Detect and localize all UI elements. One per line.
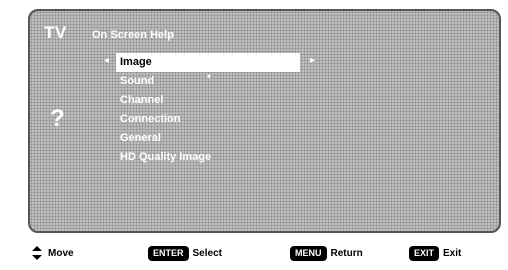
exit-key-badge: EXIT — [409, 246, 440, 261]
return-label: Return — [330, 248, 363, 259]
panel-title: On Screen Help — [92, 29, 174, 41]
menu-item-hd-quality-image[interactable]: HD Quality Image — [116, 148, 316, 167]
updown-arrows-icon — [32, 246, 42, 260]
left-arrow-icon[interactable]: ◂ — [104, 55, 109, 66]
tv-help-screen: TV On Screen Help ? ◂ ▸ ▾ Image Sound Ch… — [28, 9, 501, 233]
exit-label: Exit — [443, 248, 462, 259]
help-question-icon: ? — [50, 105, 65, 132]
footer-select: ENTER Select — [148, 246, 222, 261]
footer-move: Move — [32, 246, 74, 260]
menu-item-general[interactable]: General — [116, 129, 316, 148]
footer-exit: EXIT Exit — [409, 246, 461, 261]
move-label: Move — [48, 247, 74, 259]
menu-key-badge: MENU — [290, 246, 327, 261]
enter-key-badge: ENTER — [148, 246, 189, 261]
footer-legend: Move ENTER Select MENU Return EXIT Exit — [28, 242, 501, 266]
menu-item-channel[interactable]: Channel — [116, 91, 316, 110]
menu-item-image[interactable]: Image — [116, 53, 300, 72]
menu-item-connection[interactable]: Connection — [116, 110, 316, 129]
tv-logo: TV — [44, 23, 67, 42]
footer-return: MENU Return — [290, 246, 363, 261]
select-label: Select — [192, 248, 222, 259]
help-menu: Image Sound Channel Connection General H… — [116, 53, 316, 167]
menu-item-sound[interactable]: Sound — [116, 72, 316, 91]
